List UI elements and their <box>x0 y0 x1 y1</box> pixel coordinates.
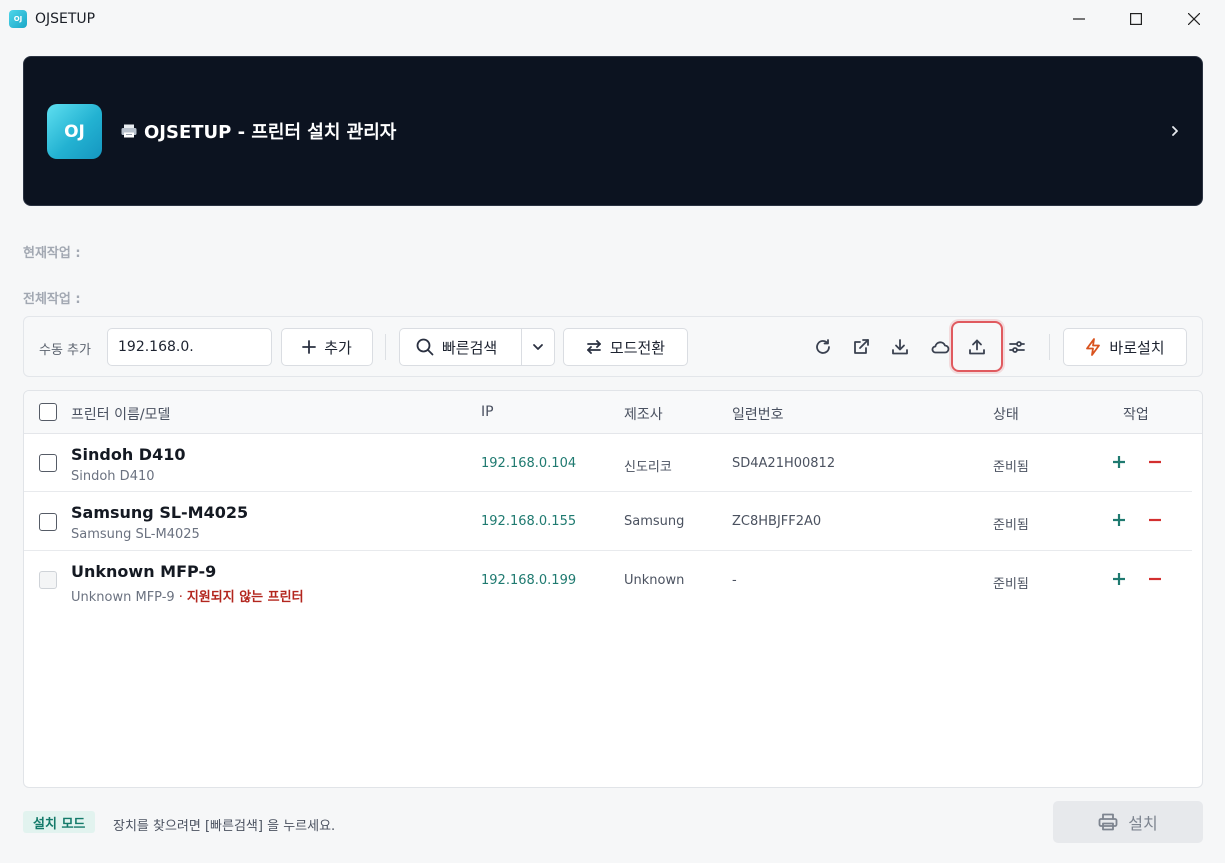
minimize-icon <box>1073 18 1085 20</box>
upload-icon <box>969 339 985 354</box>
minimize-button[interactable] <box>1056 4 1102 34</box>
toolbar-divider <box>385 334 386 360</box>
printer-serial: SD4A21H00812 <box>732 456 836 471</box>
printer-icon <box>1098 813 1118 831</box>
download-icon <box>892 339 908 355</box>
cloud-icon <box>931 341 950 354</box>
add-printer-icon[interactable] <box>1111 512 1127 528</box>
download-button[interactable] <box>887 334 913 360</box>
open-external-button[interactable] <box>848 334 874 360</box>
printer-maker: Unknown <box>624 573 685 588</box>
printer-serial: ZC8HBJFF2A0 <box>732 514 822 529</box>
printer-state: 준비됨 <box>993 577 1029 592</box>
direct-install-button[interactable]: 바로설치 <box>1063 328 1187 366</box>
plus-icon <box>302 340 317 354</box>
header-ip: IP <box>481 404 494 420</box>
printer-state: 준비됨 <box>993 518 1029 533</box>
remove-printer-icon[interactable] <box>1147 571 1163 587</box>
install-button[interactable]: 설치 <box>1053 801 1203 843</box>
app-icon: OJ <box>9 10 27 28</box>
unsupported-warning: 지원되지 않는 프린터 <box>186 590 304 605</box>
window-title: OJSETUP <box>35 11 96 27</box>
app-logo: OJ <box>47 104 102 159</box>
add-button[interactable]: 추가 <box>281 328 373 366</box>
printer-state: 준비됨 <box>993 460 1029 475</box>
chevron-down-icon <box>533 344 543 350</box>
quick-search-dropdown[interactable] <box>522 329 554 365</box>
manual-add-label: 수동 추가 <box>39 343 91 358</box>
close-button[interactable] <box>1171 4 1217 34</box>
table-row[interactable]: Unknown MFP-9 Unknown MFP-9 · 지원되지 않는 프린터 … <box>24 551 1192 609</box>
printer-model: Samsung SL-M4025 <box>71 527 200 542</box>
add-printer-icon[interactable] <box>1111 571 1127 587</box>
search-icon <box>416 338 434 356</box>
printer-maker: 신도리코 <box>624 460 672 475</box>
add-printer-icon[interactable] <box>1111 454 1127 470</box>
header-action: 작업 <box>1123 407 1149 423</box>
header-banner: OJ OJSETUP - 프린터 설치 관리자 <box>23 56 1203 206</box>
cloud-button[interactable] <box>927 334 953 360</box>
table-header: 프린터 이름/모델 IP 제조사 일련번호 상태 작업 <box>24 391 1202 434</box>
mode-switch-label: 모드전환 <box>609 338 666 357</box>
remove-printer-icon[interactable] <box>1147 454 1163 470</box>
printer-ip: 192.168.0.155 <box>481 514 577 529</box>
quick-search-label: 빠른검색 <box>442 338 498 357</box>
header-state: 상태 <box>993 407 1019 423</box>
toolbar: 수동 추가 추가 빠른검색 모드전환 <box>23 316 1203 377</box>
refresh-button[interactable] <box>810 334 836 360</box>
current-task-label: 현재작업 : <box>23 246 81 261</box>
maximize-icon <box>1130 13 1142 25</box>
table-row[interactable]: Samsung SL-M4025 Samsung SL-M4025 192.16… <box>24 492 1192 551</box>
maximize-button[interactable] <box>1113 4 1159 34</box>
sliders-icon <box>1009 341 1025 353</box>
upload-button[interactable] <box>951 321 1003 372</box>
close-icon <box>1188 13 1200 25</box>
settings-button[interactable] <box>1004 334 1030 360</box>
printer-ip: 192.168.0.199 <box>481 573 577 588</box>
printer-model: Sindoh D410 <box>71 469 155 484</box>
chevron-right-icon[interactable] <box>1170 123 1180 139</box>
swap-arrows-icon <box>586 340 601 354</box>
ip-input[interactable] <box>107 328 272 366</box>
row-checkbox-disabled <box>39 571 57 589</box>
mode-switch-button[interactable]: 모드전환 <box>563 328 688 366</box>
printer-name: Samsung SL-M4025 <box>71 503 249 522</box>
table-row[interactable]: Sindoh D410 Sindoh D410 192.168.0.104 신도… <box>24 434 1192 492</box>
toolbar-divider <box>1049 334 1050 360</box>
banner-title-text: OJSETUP - 프린터 설치 관리자 <box>144 122 397 143</box>
printer-table: 프린터 이름/모델 IP 제조사 일련번호 상태 작업 Sindoh D410 … <box>23 390 1203 788</box>
lightning-icon <box>1086 338 1101 356</box>
total-task-label: 전체작업 : <box>23 292 81 307</box>
footer-message: 장치를 찾으려면 [빠른검색] 을 누르세요. <box>113 819 336 834</box>
direct-install-label: 바로설치 <box>1109 338 1165 357</box>
refresh-icon <box>816 339 830 354</box>
header-serial: 일련번호 <box>732 407 784 423</box>
printer-name: Sindoh D410 <box>71 445 186 464</box>
row-checkbox[interactable] <box>39 513 57 531</box>
printer-name: Unknown MFP-9 <box>71 562 217 581</box>
install-button-label: 설치 <box>1128 814 1158 833</box>
mode-badge: 설치 모드 <box>23 811 96 833</box>
header-name: 프린터 이름/모델 <box>71 407 171 423</box>
printer-icon <box>121 124 137 138</box>
printer-serial: - <box>732 573 737 588</box>
banner-title: OJSETUP - 프린터 설치 관리자 <box>121 118 396 144</box>
printer-ip: 192.168.0.104 <box>481 456 577 471</box>
printer-model-line: Unknown MFP-9 · 지원되지 않는 프린터 <box>71 586 304 605</box>
separator-dot: · <box>178 590 183 605</box>
row-checkbox[interactable] <box>39 454 57 472</box>
add-button-label: 추가 <box>324 338 352 357</box>
header-maker: 제조사 <box>624 407 663 423</box>
select-all-checkbox[interactable] <box>39 403 57 421</box>
remove-printer-icon[interactable] <box>1147 512 1163 528</box>
title-bar: OJ OJSETUP <box>0 0 1225 38</box>
printer-model: Unknown MFP-9 <box>71 590 175 605</box>
printer-maker: Samsung <box>624 514 685 529</box>
external-link-icon <box>854 339 869 354</box>
